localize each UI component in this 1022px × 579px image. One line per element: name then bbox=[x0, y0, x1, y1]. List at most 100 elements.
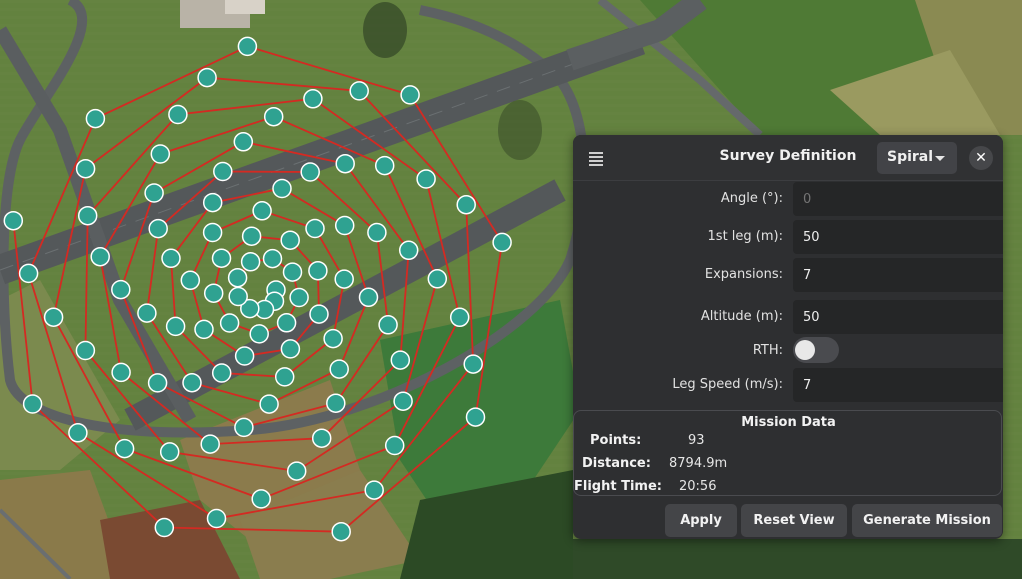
waypoint-marker[interactable] bbox=[240, 252, 261, 272]
waypoint-marker[interactable] bbox=[334, 269, 354, 289]
waypoint-marker[interactable] bbox=[276, 313, 297, 333]
waypoint-marker[interactable] bbox=[148, 218, 168, 239]
waypoint-marker[interactable] bbox=[274, 367, 295, 387]
waypoint-marker[interactable] bbox=[200, 434, 220, 454]
waypoint-marker[interactable] bbox=[154, 517, 175, 538]
waypoint-marker[interactable] bbox=[334, 215, 355, 236]
waypoint-marker[interactable] bbox=[492, 232, 512, 253]
waypoint-marker[interactable] bbox=[202, 192, 223, 213]
waypoint-marker[interactable] bbox=[3, 210, 24, 231]
waypoint-marker[interactable] bbox=[202, 222, 223, 243]
reset-view-button[interactable]: Reset View bbox=[741, 504, 847, 537]
waypoint-marker[interactable] bbox=[241, 226, 262, 246]
waypoint-marker[interactable] bbox=[329, 359, 349, 379]
waypoint-marker[interactable] bbox=[75, 340, 96, 361]
waypoint-marker[interactable] bbox=[331, 521, 351, 542]
waypoint-marker[interactable] bbox=[398, 240, 419, 261]
waypoint-marker[interactable] bbox=[213, 161, 233, 182]
altitude-field[interactable] bbox=[793, 300, 1003, 334]
waypoint-marker[interactable] bbox=[144, 183, 164, 203]
waypoint-marker[interactable] bbox=[90, 246, 110, 267]
waypoint-marker[interactable] bbox=[449, 307, 470, 328]
waypoint-marker[interactable] bbox=[137, 303, 157, 323]
waypoint-marker[interactable] bbox=[456, 194, 476, 215]
angle-field[interactable] bbox=[793, 182, 1003, 216]
waypoint-marker[interactable] bbox=[364, 480, 384, 500]
waypoint-marker[interactable] bbox=[263, 106, 284, 127]
waypoint-marker[interactable] bbox=[393, 391, 413, 411]
leg-speed-field[interactable] bbox=[793, 368, 1003, 402]
waypoint-marker[interactable] bbox=[159, 442, 180, 462]
waypoint-marker[interactable] bbox=[22, 394, 43, 414]
waypoint-marker[interactable] bbox=[400, 85, 420, 105]
waypoint-marker[interactable] bbox=[68, 423, 88, 443]
waypoint-marker[interactable] bbox=[165, 316, 186, 337]
waypoint-marker[interactable] bbox=[111, 279, 131, 300]
waypoint-marker[interactable] bbox=[300, 162, 320, 182]
waypoint-marker[interactable] bbox=[211, 363, 232, 383]
waypoint-marker[interactable] bbox=[374, 155, 395, 176]
first-leg-field[interactable] bbox=[793, 220, 1003, 254]
waypoint-marker[interactable] bbox=[280, 339, 301, 359]
waypoint-marker[interactable] bbox=[252, 201, 272, 221]
waypoint-marker[interactable] bbox=[147, 373, 168, 393]
waypoint-marker[interactable] bbox=[326, 393, 346, 413]
expansions-field[interactable] bbox=[793, 258, 1003, 292]
waypoint-marker[interactable] bbox=[161, 248, 181, 269]
waypoint-marker[interactable] bbox=[286, 461, 307, 481]
waypoint-marker[interactable] bbox=[234, 346, 255, 366]
waypoint-marker[interactable] bbox=[75, 158, 96, 179]
rth-toggle[interactable] bbox=[793, 337, 839, 363]
waypoint-marker[interactable] bbox=[227, 267, 248, 288]
generate-mission-button[interactable]: Generate Mission bbox=[852, 504, 1002, 537]
waypoint-marker[interactable] bbox=[111, 362, 131, 383]
waypoint-marker[interactable] bbox=[427, 269, 448, 289]
waypoint-marker[interactable] bbox=[211, 248, 232, 268]
waypoint-marker[interactable] bbox=[309, 304, 329, 324]
pattern-dropdown[interactable]: Spiral bbox=[877, 142, 957, 174]
waypoint-marker[interactable] bbox=[43, 307, 64, 327]
waypoint-marker[interactable] bbox=[114, 438, 135, 459]
waypoint-marker[interactable] bbox=[237, 36, 258, 57]
waypoint-marker[interactable] bbox=[206, 508, 227, 529]
waypoint-marker[interactable] bbox=[150, 144, 171, 164]
waypoint-marker[interactable] bbox=[308, 260, 328, 281]
waypoint-marker[interactable] bbox=[272, 178, 292, 199]
waypoint-marker[interactable] bbox=[233, 132, 254, 152]
waypoint-marker[interactable] bbox=[85, 108, 106, 129]
waypoint-marker[interactable] bbox=[303, 89, 323, 109]
menu-icon[interactable] bbox=[587, 150, 605, 166]
waypoint-marker[interactable] bbox=[203, 283, 224, 303]
waypoint-marker[interactable] bbox=[234, 417, 254, 438]
waypoint-marker[interactable] bbox=[358, 287, 379, 308]
waypoint-marker[interactable] bbox=[465, 407, 486, 427]
waypoint-marker[interactable] bbox=[251, 489, 271, 509]
waypoint-marker[interactable] bbox=[182, 372, 202, 393]
waypoint-marker[interactable] bbox=[219, 313, 240, 333]
waypoint-marker[interactable] bbox=[367, 222, 387, 243]
waypoint-marker[interactable] bbox=[249, 324, 269, 344]
waypoint-marker[interactable] bbox=[390, 350, 411, 370]
waypoint-marker[interactable] bbox=[180, 270, 201, 291]
waypoint-marker[interactable] bbox=[416, 169, 436, 189]
waypoint-marker[interactable] bbox=[305, 218, 325, 239]
waypoint-marker[interactable] bbox=[463, 354, 483, 374]
waypoint-marker[interactable] bbox=[311, 428, 332, 448]
waypoint-marker[interactable] bbox=[262, 248, 283, 269]
waypoint-marker[interactable] bbox=[259, 394, 279, 414]
waypoint-marker[interactable] bbox=[323, 328, 343, 349]
waypoint-marker[interactable] bbox=[280, 230, 300, 250]
waypoint-marker[interactable] bbox=[228, 286, 248, 307]
waypoint-marker[interactable] bbox=[282, 262, 303, 282]
waypoint-marker[interactable] bbox=[289, 287, 309, 308]
waypoint-marker[interactable] bbox=[197, 67, 217, 88]
waypoint-marker[interactable] bbox=[349, 81, 369, 101]
apply-button[interactable]: Apply bbox=[665, 504, 737, 537]
waypoint-marker[interactable] bbox=[77, 205, 98, 226]
waypoint-marker[interactable] bbox=[384, 435, 405, 456]
waypoint-marker[interactable] bbox=[168, 104, 188, 125]
waypoint-marker[interactable] bbox=[378, 315, 398, 335]
waypoint-marker[interactable] bbox=[194, 319, 214, 340]
close-icon[interactable]: ✕ bbox=[969, 146, 993, 170]
waypoint-marker[interactable] bbox=[18, 263, 39, 284]
